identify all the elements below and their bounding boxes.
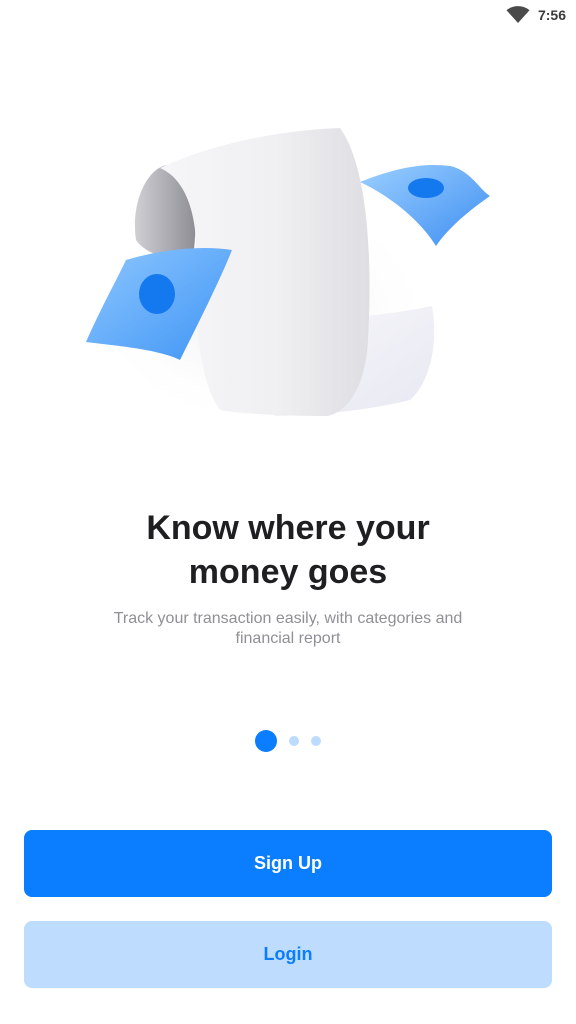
- status-time: 7:56: [537, 7, 566, 23]
- login-button[interactable]: Login: [24, 921, 552, 988]
- subtitle-line-1: Track your transaction easily, with cate…: [113, 610, 463, 627]
- wifi-icon: [506, 6, 530, 24]
- status-bar: 7:56: [0, 0, 576, 30]
- onboarding-screen: 7:56 Know where your money goes Track yo…: [0, 0, 576, 1024]
- receipt-illustration: [85, 128, 490, 430]
- page-indicator: [0, 730, 576, 752]
- page-dot-2[interactable]: [289, 736, 299, 746]
- sign-up-button[interactable]: Sign Up: [24, 830, 552, 897]
- page-dot-3[interactable]: [311, 736, 321, 746]
- onboarding-subtitle: Track your transaction easily, with cate…: [88, 609, 488, 649]
- headline-line-2: money goes: [188, 553, 388, 591]
- headline-line-1: Know where your: [146, 509, 430, 547]
- subtitle-line-2: financial report: [235, 630, 341, 647]
- onboarding-headline: Know where your money goes: [0, 506, 576, 594]
- page-dot-1-active[interactable]: [255, 730, 277, 752]
